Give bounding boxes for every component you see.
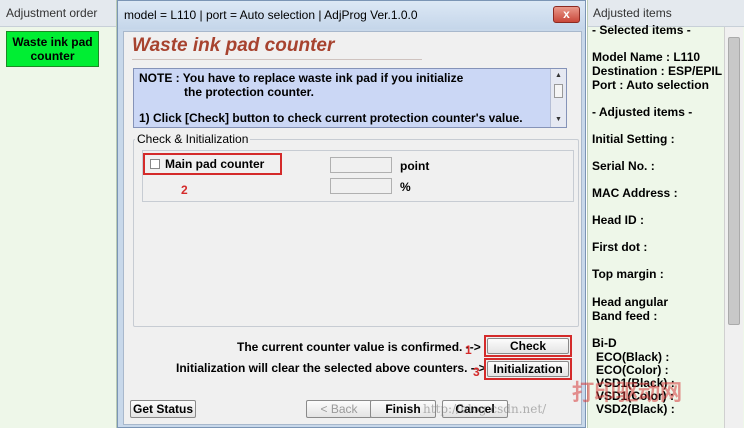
step-marker-1: 1 xyxy=(465,343,472,357)
dialog-title: model = L110 | port = Auto selection | A… xyxy=(124,8,418,22)
adjustment-order-panel: Adjustment order Waste ink pad counter xyxy=(0,0,117,428)
dialog-client-area: Waste ink pad counter NOTE : You have to… xyxy=(123,31,582,425)
adjusted-items-heading: - Adjusted items - xyxy=(592,105,693,119)
note-line-1: NOTE : You have to replace waste ink pad… xyxy=(139,71,464,85)
unit-percent: % xyxy=(400,180,411,194)
head-angular: Head angular xyxy=(592,295,669,309)
group-label: Check & Initialization xyxy=(135,132,251,146)
initial-setting: Initial Setting : xyxy=(592,132,675,146)
close-icon: x xyxy=(563,7,570,21)
head-id: Head ID : xyxy=(592,213,645,227)
waste-ink-pad-counter-item[interactable]: Waste ink pad counter xyxy=(6,31,99,67)
adjustment-order-header: Adjustment order xyxy=(0,0,116,27)
bi-d: Bi-D xyxy=(592,336,617,350)
adjusted-items-panel: Adjusted items - Selected items - Model … xyxy=(587,0,744,428)
dialog-titlebar: model = L110 | port = Auto selection | A… xyxy=(118,1,585,29)
main-pad-label: Main pad counter xyxy=(165,157,265,171)
note-scrollbar[interactable]: ▲ ▼ xyxy=(550,69,566,127)
band-feed: Band feed : xyxy=(592,309,658,323)
scroll-up-icon[interactable]: ▲ xyxy=(551,70,566,82)
back-button[interactable]: < Back xyxy=(306,400,372,418)
percent-value-field xyxy=(330,178,392,194)
check-button[interactable]: Check xyxy=(487,338,569,354)
unit-point: point xyxy=(400,159,430,173)
main-pad-checkbox[interactable] xyxy=(150,159,160,169)
adjprog-dialog: model = L110 | port = Auto selection | A… xyxy=(117,0,586,428)
selected-items-heading: - Selected items - xyxy=(592,23,691,37)
top-margin: Top margin : xyxy=(592,267,664,281)
note-line-3: 1) Click [Check] button to check current… xyxy=(139,111,523,125)
adjusted-items-scrollbar[interactable] xyxy=(724,27,743,428)
site-logo-watermark: 打印驱动网 xyxy=(572,380,683,405)
model-name: Model Name : L110 xyxy=(592,50,701,64)
destination: Destination : ESP/EPIL xyxy=(592,64,723,78)
port: Port : Auto selection xyxy=(592,78,709,92)
scroll-down-icon[interactable]: ▼ xyxy=(551,114,566,126)
step-marker-2: 2 xyxy=(181,183,188,197)
main-pad-counter-option[interactable]: Main pad counter xyxy=(143,153,282,175)
close-button[interactable]: x xyxy=(553,6,580,23)
url-watermark: http://blog.csdn.net/ xyxy=(423,402,547,416)
note-box: NOTE : You have to replace waste ink pad… xyxy=(133,68,567,128)
note-line-2: the protection counter. xyxy=(184,85,315,99)
initialization-message: Initialization will clear the selected a… xyxy=(176,361,486,375)
step-marker-3: 3 xyxy=(473,365,480,379)
page-title: Waste ink pad counter xyxy=(132,35,422,60)
mac-address: MAC Address : xyxy=(592,186,678,200)
serial-no: Serial No. : xyxy=(592,159,655,173)
point-value-field xyxy=(330,157,392,173)
adjusted-items-scroll-thumb[interactable] xyxy=(728,37,740,325)
note-scroll-thumb[interactable] xyxy=(554,84,563,98)
initialization-button[interactable]: Initialization xyxy=(487,361,569,377)
get-status-button[interactable]: Get Status xyxy=(130,400,196,418)
confirm-message: The current counter value is confirmed. … xyxy=(237,340,481,354)
first-dot: First dot : xyxy=(592,240,648,254)
